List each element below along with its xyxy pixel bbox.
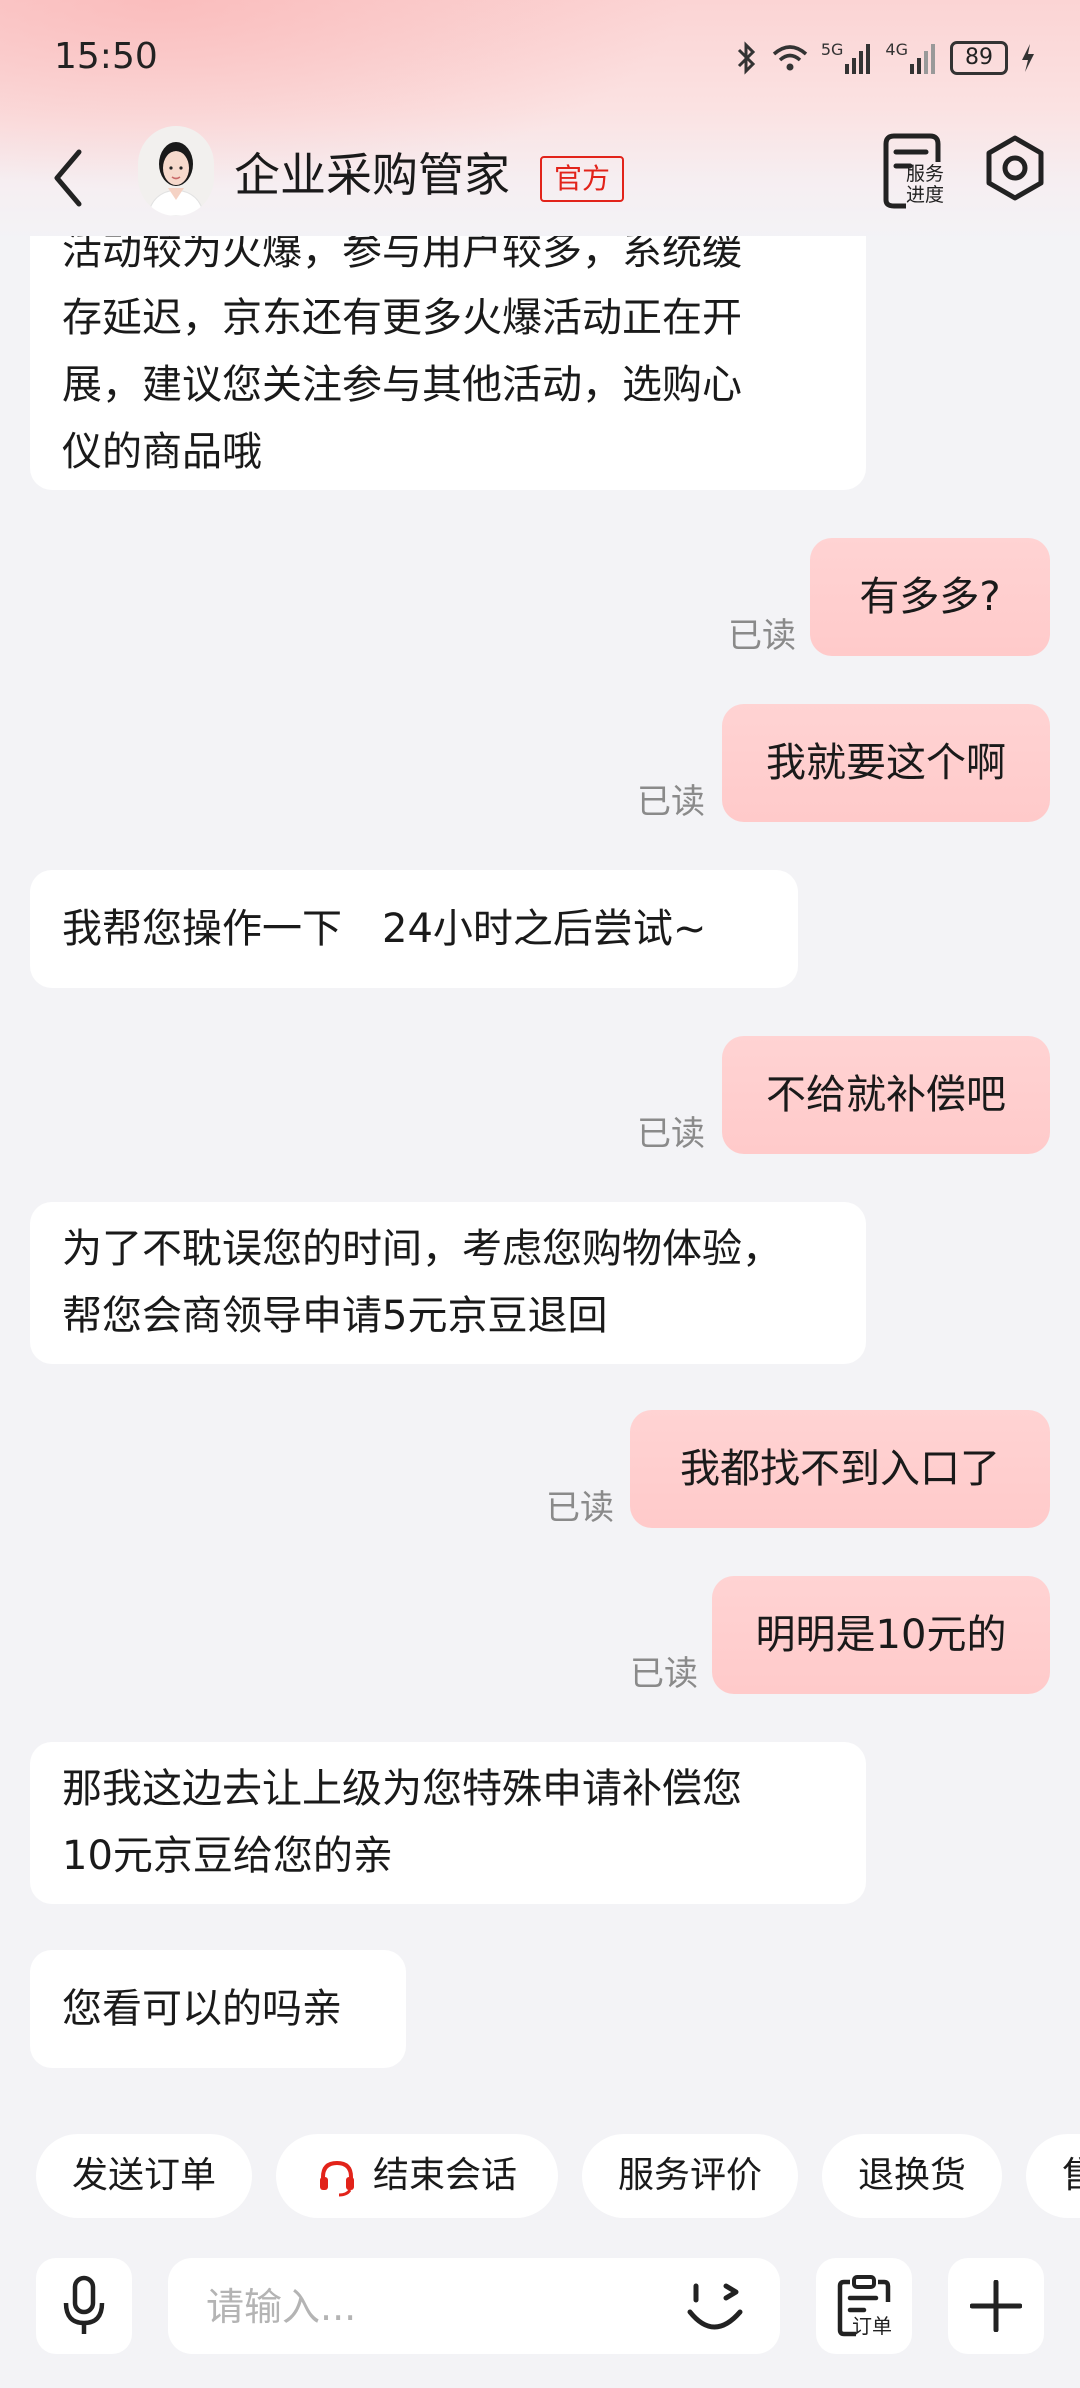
headset-icon <box>319 2160 354 2197</box>
end-session-chip[interactable]: 结束会话 <box>276 2134 558 2218</box>
message-line: 我帮您操作一下 24小时之后尝试~ <box>62 906 707 952</box>
microphone-icon <box>63 2275 105 2334</box>
chip-label: 发送订单 <box>71 2155 216 2196</box>
message-line: 为了不耽误您的时间，考虑您购物体验， <box>62 1226 782 1272</box>
settings-button[interactable] <box>984 134 1046 202</box>
message-bubble-received[interactable]: 活动较为火爆，参与用户较多，系统缓 存延迟，京东还有更多火爆活动正在开 展，建议… <box>30 236 866 490</box>
message-line: 帮您会商领导申请5元京豆退回 <box>62 1293 608 1339</box>
settings-hexagon-icon <box>986 135 1044 201</box>
bluetooth-icon <box>737 41 755 75</box>
wifi-icon <box>772 45 807 71</box>
return-exchange-chip[interactable]: 退换货 <box>822 2134 1002 2218</box>
network-5g-label: 5G <box>820 39 844 59</box>
official-badge: 官方 <box>540 156 625 202</box>
read-status: 已读 <box>728 616 796 656</box>
signal-strength-icon <box>910 44 935 74</box>
message-input-box[interactable] <box>168 2258 780 2356</box>
read-status: 已读 <box>546 1488 614 1528</box>
order-label: 订单 <box>852 2314 892 2338</box>
signal-strength-icon <box>845 44 871 74</box>
chat-messages[interactable]: 活动较为火爆，参与用户较多，系统缓 存延迟，京东还有更多火爆活动正在开 展，建议… <box>0 236 1080 2116</box>
message-input[interactable] <box>204 2258 668 2356</box>
message-bubble-received[interactable]: 我帮您操作一下 24小时之后尝试~ <box>30 870 798 988</box>
page-title: 企业采购管家 <box>234 148 510 202</box>
service-progress-button[interactable]: 服务 进度 <box>880 132 946 212</box>
order-button[interactable]: 订单 <box>816 2258 912 2354</box>
agent-avatar-icon <box>138 126 214 216</box>
network-4g-label: 4G <box>885 39 908 59</box>
voice-button[interactable] <box>36 2258 132 2354</box>
read-status: 已读 <box>637 782 705 822</box>
message-line: 展，建议您关注参与其他活动，选购心 <box>62 362 742 408</box>
after-sales-chip[interactable]: 售 <box>1026 2134 1080 2218</box>
plus-icon <box>970 2280 1022 2332</box>
message-bubble-sent[interactable]: 不给就补偿吧 <box>722 1036 1050 1154</box>
chip-label: 结束会话 <box>372 2155 517 2196</box>
message-bubble-sent[interactable]: 明明是10元的 <box>712 1576 1050 1694</box>
read-status: 已读 <box>630 1654 698 1694</box>
wink-face-icon <box>687 2283 743 2330</box>
message-bubble-received[interactable]: 为了不耽误您的时间，考虑您购物体验， 帮您会商领导申请5元京豆退回 <box>30 1202 866 1364</box>
message-bubble-sent[interactable]: 我都找不到入口了 <box>630 1410 1050 1528</box>
status-icons: 5G 4G 89 <box>735 36 1036 80</box>
input-bar: 订单 <box>0 2248 1080 2368</box>
charging-icon <box>1022 44 1034 72</box>
message-line: 仪的商品哦 <box>62 429 262 475</box>
chevron-left-icon <box>54 149 82 207</box>
status-bar: 15:50 5G 4G 89 <box>0 0 1080 118</box>
message-line: 存延迟，京东还有更多火爆活动正在开 <box>62 295 742 341</box>
quick-reply-bar[interactable]: 发送订单 结束会话 服务评价 退换货 售 <box>0 2130 1080 2224</box>
message-line: 您看可以的吗亲 <box>62 1986 342 2032</box>
send-order-chip[interactable]: 发送订单 <box>36 2134 252 2218</box>
message-line: 10元京豆给您的亲 <box>62 1833 393 1879</box>
battery-indicator: 89 <box>950 41 1008 75</box>
chip-label: 服务评价 <box>617 2155 762 2196</box>
service-progress-label: 进度 <box>906 184 945 206</box>
chip-label: 退换货 <box>857 2155 966 2196</box>
message-bubble-sent[interactable]: 我就要这个啊 <box>722 704 1050 822</box>
read-status: 已读 <box>637 1114 705 1154</box>
emoji-button[interactable] <box>680 2272 754 2342</box>
message-bubble-sent[interactable]: 有多多? <box>810 538 1050 656</box>
message-line: 活动较为火爆，参与用户较多，系统缓 <box>62 236 742 274</box>
chip-label: 售 <box>1062 2155 1080 2196</box>
plus-button[interactable] <box>948 2258 1044 2354</box>
status-time: 15:50 <box>54 36 158 77</box>
chat-header: 企业采购管家 官方 服务 进度 <box>0 118 1080 236</box>
avatar[interactable] <box>138 126 214 216</box>
message-bubble-received[interactable]: 您看可以的吗亲 <box>30 1950 406 2068</box>
service-rating-chip[interactable]: 服务评价 <box>582 2134 798 2218</box>
message-bubble-received[interactable]: 那我这边去让上级为您特殊申请补偿您 10元京豆给您的亲 <box>30 1742 866 1904</box>
service-progress-label: 服务 <box>906 163 945 185</box>
message-line: 那我这边去让上级为您特殊申请补偿您 <box>62 1766 742 1812</box>
back-button[interactable] <box>40 132 96 224</box>
